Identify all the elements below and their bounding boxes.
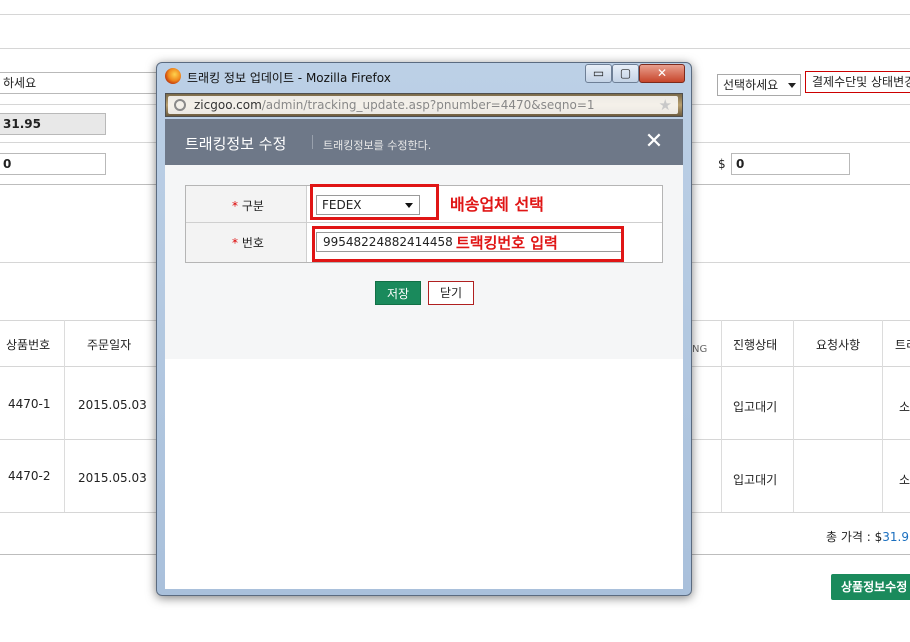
column-divider	[64, 320, 65, 512]
amount-input-right[interactable]: 0	[731, 153, 850, 175]
row-product-no: 4470-1	[8, 397, 51, 411]
close-icon: ✕	[656, 66, 668, 80]
row-order-date: 2015.05.03	[78, 471, 147, 485]
row-tail: 소	[899, 400, 910, 414]
header-tracking: 트리	[895, 338, 910, 352]
dialog-content: 트래킹정보 수정 트래킹정보를 수정한다. ✕ * 구분 * 번호 FEDEX …	[165, 119, 683, 589]
row-product-no: 4470-2	[8, 469, 51, 483]
total-value: 31.9	[882, 530, 909, 544]
save-button[interactable]: 저장	[375, 281, 421, 305]
url-domain: zicgoo.com	[194, 98, 262, 112]
dollar-sign: $	[718, 157, 726, 171]
number-label: * 번호	[232, 234, 264, 251]
column-divider	[793, 320, 794, 512]
label-cell: * 구분	[186, 186, 306, 222]
status-select[interactable]: 선택하세요	[717, 74, 801, 96]
dialog-title: 트래킹정보 수정	[185, 135, 287, 153]
firefox-icon	[165, 68, 181, 84]
maximize-icon: ▢	[619, 66, 632, 80]
form-row-divider	[186, 222, 662, 223]
total-price: 총 가격 : $31.9	[826, 528, 909, 545]
carrier-label-text: 구분	[241, 199, 264, 213]
number-annotation: 트랙킹번호 입력	[456, 234, 558, 252]
header-status: 진행상태	[733, 338, 778, 352]
product-update-button[interactable]: 상품정보수정	[831, 574, 910, 600]
window-title: 트래킹 정보 업데이트 - Mozilla Firefox	[187, 71, 391, 85]
minimize-icon: ▭	[592, 66, 605, 80]
dialog-close-icon[interactable]: ✕	[641, 129, 667, 155]
total-label: 총 가격 : $	[826, 530, 883, 544]
row-status: 입고대기	[733, 473, 778, 487]
divider	[0, 14, 910, 15]
required-mark: *	[232, 236, 238, 250]
carrier-annotation: 배송업체 선택	[450, 195, 544, 214]
label-cell: * 번호	[186, 223, 306, 262]
tracking-form: * 구분 * 번호 FEDEX 99548224882414458 배송업체 선…	[185, 184, 663, 263]
required-mark: *	[232, 199, 238, 213]
header-partial: NG	[692, 344, 708, 355]
url-bar: zicgoo.com/admin/tracking_update.asp?pnu…	[165, 93, 683, 117]
header-divider	[312, 135, 313, 149]
status-select-label: 선택하세요	[723, 78, 779, 92]
popup-window: 트래킹 정보 업데이트 - Mozilla Firefox ▭ ▢ ✕ zicg…	[156, 62, 692, 596]
amount-input-left[interactable]: 0	[0, 153, 106, 175]
divider	[0, 48, 910, 49]
form-col-divider	[306, 186, 307, 262]
status-change-button[interactable]: 결제수단및 상태변경	[805, 71, 910, 93]
window-close-button[interactable]: ✕	[639, 64, 685, 83]
url-path: /admin/tracking_update.asp?pnumber=4470&…	[261, 98, 595, 112]
form-area: * 구분 * 번호 FEDEX 99548224882414458 배송업체 선…	[165, 165, 683, 359]
header-product-no: 상품번호	[6, 338, 51, 352]
search-keyword-field[interactable]: 하세요	[0, 72, 158, 94]
header-request: 요청사항	[816, 338, 861, 352]
header-order-date: 주문일자	[87, 338, 132, 352]
column-divider	[721, 320, 722, 512]
amount-field: 31.95	[0, 113, 106, 135]
number-label-text: 번호	[241, 236, 264, 250]
maximize-button[interactable]: ▢	[612, 64, 639, 83]
row-order-date: 2015.05.03	[78, 398, 147, 412]
globe-icon	[174, 99, 186, 111]
dialog-header: 트래킹정보 수정 트래킹정보를 수정한다. ✕	[165, 119, 683, 165]
dialog-subtitle: 트래킹정보를 수정한다.	[323, 139, 432, 152]
close-button[interactable]: 닫기	[428, 281, 474, 305]
chevron-down-icon	[788, 83, 796, 88]
row-tail: 소	[899, 473, 910, 487]
carrier-label: * 구분	[232, 197, 264, 214]
url-field[interactable]: zicgoo.com/admin/tracking_update.asp?pnu…	[168, 96, 678, 114]
admin-page: 하세요 31.95 0 선택하세요 결제수단및 상태변경 $ 0 상품번호 주문…	[0, 0, 910, 642]
carrier-highlight-box	[310, 184, 439, 220]
column-divider	[882, 320, 883, 512]
row-status: 입고대기	[733, 400, 778, 414]
minimize-button[interactable]: ▭	[585, 64, 612, 83]
star-icon[interactable]: ★	[659, 96, 672, 114]
url-text: zicgoo.com/admin/tracking_update.asp?pnu…	[194, 98, 595, 112]
